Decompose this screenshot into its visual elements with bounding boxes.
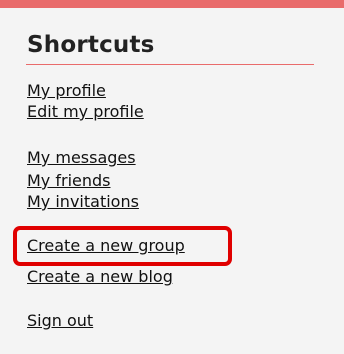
my-invitations-link[interactable]: My invitations: [27, 191, 139, 213]
my-profile-link[interactable]: My profile: [27, 80, 106, 102]
create-new-blog-link[interactable]: Create a new blog: [27, 266, 173, 288]
heading-divider: [26, 64, 314, 65]
sign-out-link[interactable]: Sign out: [27, 310, 93, 332]
shortcuts-heading: Shortcuts: [27, 32, 155, 58]
edit-my-profile-link[interactable]: Edit my profile: [27, 101, 144, 123]
create-new-group-link[interactable]: Create a new group: [27, 235, 185, 257]
top-accent-bar: [0, 0, 344, 8]
my-friends-link[interactable]: My friends: [27, 170, 111, 192]
my-messages-link[interactable]: My messages: [27, 147, 136, 169]
